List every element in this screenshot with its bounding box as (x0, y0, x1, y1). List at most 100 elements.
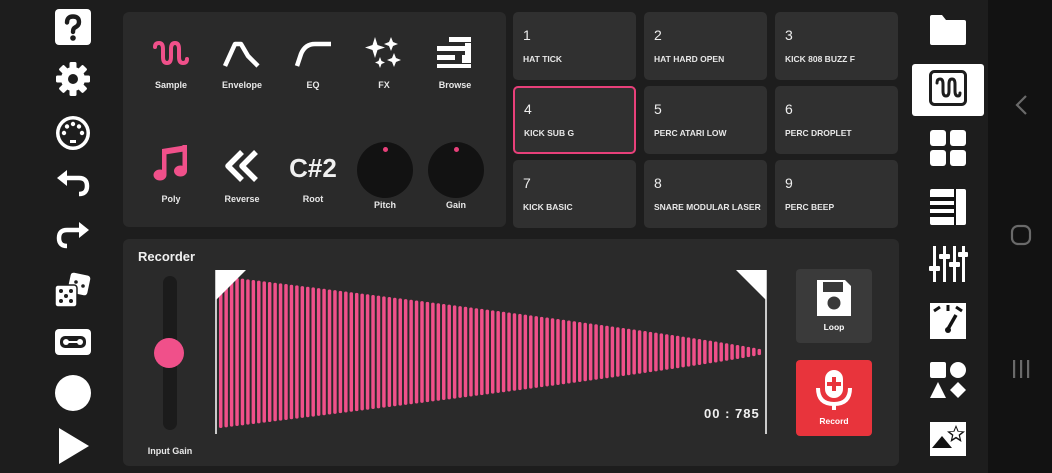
waveform-bar (670, 334, 674, 370)
pitch-knob[interactable] (357, 142, 413, 198)
cassette-icon[interactable] (53, 322, 93, 362)
pad-3[interactable]: 3 KICK 808 BUZZ F (775, 12, 898, 80)
waveform-bar (735, 345, 740, 359)
waveform-bar (490, 310, 495, 394)
pad-number: 4 (524, 101, 532, 117)
folder-button[interactable] (912, 6, 984, 58)
waveform-bar (588, 323, 593, 381)
waveform-bar (273, 282, 277, 422)
pad-8[interactable]: 8 SNARE MODULAR LASER (644, 160, 767, 228)
waveform-bar (485, 309, 490, 395)
shapes-view-button[interactable] (912, 356, 984, 408)
home-nav-button[interactable] (1008, 224, 1034, 250)
waveform-bar (561, 319, 566, 385)
waveform-bar (621, 327, 626, 377)
waveform-bar (218, 276, 223, 428)
undo-icon[interactable] (53, 164, 93, 204)
back-nav-button[interactable] (1008, 94, 1034, 120)
waveform-bar (703, 339, 707, 365)
waveform-bar (382, 296, 386, 408)
pad-sample-name: KICK 808 BUZZ F (785, 54, 855, 64)
pad-number: 6 (785, 101, 793, 117)
midi-icon[interactable] (53, 113, 93, 153)
waveform-bar (316, 288, 321, 416)
waveform-bar (594, 324, 598, 380)
waveform-bar (278, 283, 283, 421)
browse-tool-button[interactable]: Browse (420, 34, 490, 90)
waveform-bar (251, 280, 256, 424)
music-note-icon (151, 143, 191, 188)
poly-toggle[interactable]: Poly (136, 145, 206, 204)
waveform-bar (714, 341, 718, 363)
pads-view-button[interactable] (912, 124, 984, 176)
envelope-tool-button[interactable]: Envelope (207, 34, 277, 90)
pad-sample-name: PERC DROPLET (785, 128, 852, 138)
sample-label: Sample (154, 80, 187, 90)
root-note-selector[interactable]: C#2 Root (278, 148, 348, 204)
meter-view-button[interactable] (912, 297, 984, 349)
waveform-bar (708, 340, 713, 364)
waveform-bar (229, 277, 234, 427)
waveform-bar (306, 286, 310, 418)
waveform-bar (605, 325, 609, 379)
settings-gear-icon[interactable] (53, 59, 93, 99)
pad-1[interactable]: 1 HAT TICK (513, 12, 636, 80)
loop-button[interactable]: Loop (796, 269, 872, 343)
waveform-bar (311, 287, 315, 417)
image-view-button[interactable] (912, 414, 984, 466)
waveform-bar (692, 338, 696, 366)
waveform-bar (267, 282, 272, 422)
recording-time: 00 : 785 (704, 406, 760, 421)
fx-sparkle-icon (364, 35, 404, 74)
pad-9[interactable]: 9 PERC BEEP (775, 160, 898, 228)
waveform-bar (626, 328, 631, 376)
sample-tool-button[interactable]: Sample (136, 34, 206, 90)
pad-2[interactable]: 2 HAT HARD OPEN (644, 12, 767, 80)
record-button[interactable]: Record (796, 360, 872, 436)
pad-7[interactable]: 7 KICK BASIC (513, 160, 636, 228)
waveform-bar (257, 280, 261, 424)
redo-icon[interactable] (53, 216, 93, 256)
input-gain-thumb[interactable] (154, 338, 184, 368)
waveform-bar (442, 303, 446, 401)
mixer-view-button[interactable] (912, 240, 984, 292)
waveform-bar (507, 312, 511, 392)
loop-label: Loop (823, 322, 845, 332)
pad-4[interactable]: 4 KICK SUB G (513, 86, 636, 154)
reverse-toggle[interactable]: Reverse (207, 148, 277, 204)
waveform-bar (469, 307, 473, 397)
fx-tool-button[interactable]: FX (349, 34, 419, 90)
waveform-bar (376, 295, 381, 409)
meter-icon (928, 301, 968, 346)
end-marker-handle[interactable] (736, 270, 766, 300)
sample-view-button[interactable] (912, 64, 984, 116)
help-icon[interactable] (53, 7, 93, 47)
reverse-label: Reverse (224, 194, 260, 204)
waveform-display[interactable] (214, 270, 768, 434)
waveform-bar (523, 314, 528, 390)
record-circle-icon[interactable] (53, 373, 93, 413)
keyboard-icon (928, 187, 968, 232)
dice-random-icon[interactable] (53, 271, 93, 311)
shapes-icon (928, 360, 968, 405)
eq-label: EQ (306, 80, 320, 90)
save-floppy-icon (815, 278, 853, 318)
waveform-bar (556, 319, 560, 385)
gain-knob[interactable] (428, 142, 484, 198)
waveform-bar (474, 308, 479, 396)
waveform-bar (529, 315, 533, 389)
pad-5[interactable]: 5 PERC ATARI LOW (644, 86, 767, 154)
waveform-bar (719, 342, 723, 362)
waveform-bar (496, 311, 500, 393)
keyboard-view-button[interactable] (912, 183, 984, 235)
waveform-bar (583, 322, 587, 382)
poly-label: Poly (161, 194, 181, 204)
eq-tool-button[interactable]: EQ (278, 34, 348, 90)
play-icon[interactable] (53, 426, 93, 466)
fx-label: FX (378, 80, 390, 90)
home-square-icon (1010, 224, 1032, 251)
waveform-bar (675, 335, 680, 369)
pad-6[interactable]: 6 PERC DROPLET (775, 86, 898, 154)
recents-nav-button[interactable] (1008, 358, 1034, 384)
waveform-bar (436, 303, 441, 401)
